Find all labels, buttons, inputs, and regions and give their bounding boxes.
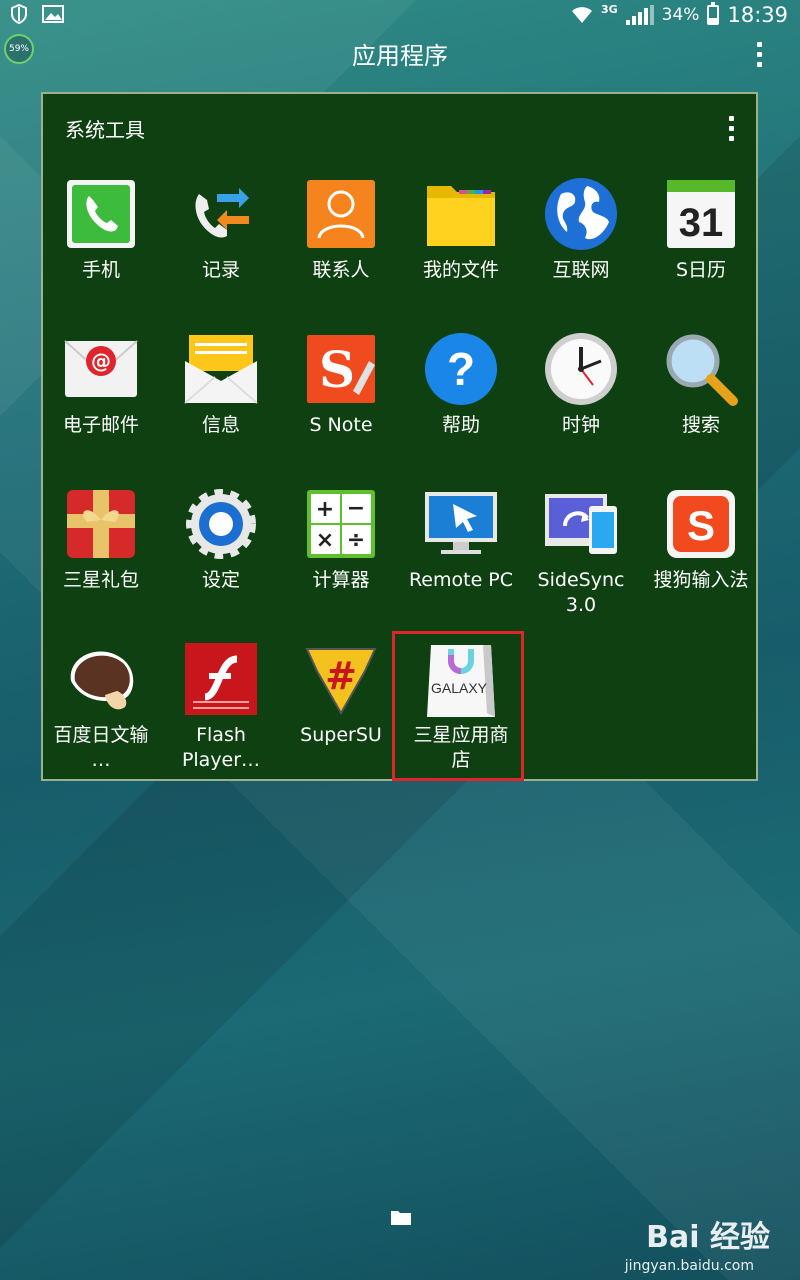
clock-time: 18:39: [727, 3, 788, 27]
status-bar: 3G 34% 18:39: [0, 0, 800, 30]
app-phone[interactable]: 手机: [41, 176, 161, 283]
app-label: 手机: [81, 259, 120, 281]
folder-menu-icon[interactable]: [728, 116, 734, 141]
help-icon: ?: [423, 331, 499, 407]
app-s-calendar[interactable]: 31 S日历: [641, 176, 761, 283]
network-type: 3G: [600, 2, 618, 16]
app-label: 搜索: [681, 414, 720, 436]
svg-text:S: S: [319, 340, 355, 399]
image-icon: [42, 5, 64, 23]
app-call-log[interactable]: 记录: [161, 176, 281, 283]
app-label: 时钟: [561, 414, 600, 436]
app-label: 帮助: [441, 414, 480, 436]
gear-icon: [183, 486, 259, 562]
app-label: 记录: [201, 259, 240, 281]
app-label: Flash Player…: [181, 724, 261, 771]
call-log-icon: [183, 176, 259, 252]
page-title: 应用程序: [352, 42, 448, 70]
app-contacts[interactable]: 联系人: [281, 176, 401, 283]
folder-page-indicator-icon[interactable]: [391, 1209, 411, 1225]
app-label: 我的文件: [422, 259, 499, 281]
battery-percent: 34%: [661, 5, 700, 25]
app-calculator[interactable]: + − × ÷ 计算器: [281, 486, 401, 593]
svg-text:S: S: [687, 502, 715, 549]
flash-icon: [183, 641, 259, 717]
signal-icon: [625, 5, 654, 25]
app-label: 设定: [201, 569, 240, 591]
app-baidu-japanese[interactable]: 百度日文输 …: [41, 641, 161, 773]
svg-text:×: ×: [316, 528, 334, 553]
folder-icon: [423, 176, 499, 252]
wifi-icon: [571, 7, 592, 23]
email-icon: @: [63, 331, 139, 407]
svg-text:#: #: [325, 654, 357, 698]
app-label: S Note: [309, 414, 373, 436]
message-icon: [183, 331, 259, 407]
app-settings[interactable]: 设定: [161, 486, 281, 593]
highlight-box: [392, 631, 524, 781]
app-sogou-input[interactable]: S 搜狗输入法: [641, 486, 761, 593]
app-remote-pc[interactable]: Remote PC: [401, 486, 521, 593]
app-label: 信息: [201, 414, 240, 436]
svg-text:?: ?: [447, 343, 475, 395]
app-s-note[interactable]: S S Note: [281, 331, 401, 438]
folder-title[interactable]: 系统工具: [65, 114, 145, 143]
shield-icon: [11, 4, 27, 24]
app-supersu[interactable]: # SuperSU: [281, 641, 401, 748]
watermark-brand: Bai 经验: [646, 1220, 770, 1255]
svg-text:@: @: [91, 349, 111, 373]
app-email[interactable]: @ 电子邮件: [41, 331, 161, 438]
watermark-url: jingyan.baidu.com: [624, 1258, 754, 1274]
search-icon: [663, 331, 739, 407]
snote-icon: S: [303, 331, 379, 407]
app-label: 搜狗输入法: [653, 569, 749, 591]
gift-icon: [63, 486, 139, 562]
app-label: SideSync 3.0: [537, 569, 625, 616]
overflow-menu-icon[interactable]: [756, 42, 762, 67]
sidesync-icon: [543, 486, 619, 562]
title-bar: 应用程序: [0, 36, 800, 76]
sogou-icon: S: [663, 486, 739, 562]
app-clock[interactable]: 时钟: [521, 331, 641, 438]
app-label: 电子邮件: [62, 414, 139, 436]
calendar-icon: 31: [663, 176, 739, 252]
app-label: 互联网: [552, 259, 610, 281]
app-samsung-gift[interactable]: 三星礼包: [41, 486, 161, 593]
app-label: 三星礼包: [62, 569, 139, 591]
clock-icon: [543, 331, 619, 407]
svg-text:÷: ÷: [347, 528, 365, 553]
app-search[interactable]: 搜索: [641, 331, 761, 438]
globe-icon: [543, 176, 619, 252]
app-label: 计算器: [312, 569, 370, 591]
app-help[interactable]: ? 帮助: [401, 331, 521, 438]
app-messages[interactable]: 信息: [161, 331, 281, 438]
app-label: SuperSU: [300, 724, 382, 746]
app-flash-player[interactable]: Flash Player…: [161, 641, 281, 773]
contacts-icon: [303, 176, 379, 252]
remote-pc-icon: [423, 486, 499, 562]
app-label: Remote PC: [408, 569, 514, 591]
supersu-icon: #: [303, 641, 379, 717]
calendar-day: 31: [679, 201, 724, 245]
mushroom-icon: [63, 641, 139, 717]
calculator-icon: + − × ÷: [303, 486, 379, 562]
svg-text:+: +: [316, 497, 334, 522]
battery-icon: [707, 2, 720, 25]
svg-text:−: −: [347, 496, 365, 521]
app-label: 百度日文输 …: [53, 724, 149, 771]
app-internet[interactable]: 互联网: [521, 176, 641, 283]
folder-panel: 系统工具 手机 记录 联系人 我的文件 互联网 31 S日历 @ 电子邮件 信息…: [41, 92, 758, 781]
app-label: S日历: [675, 259, 727, 281]
app-label: 联系人: [312, 259, 370, 281]
app-my-files[interactable]: 我的文件: [401, 176, 521, 283]
app-sidesync[interactable]: SideSync 3.0: [521, 486, 641, 618]
phone-icon: [63, 176, 139, 252]
